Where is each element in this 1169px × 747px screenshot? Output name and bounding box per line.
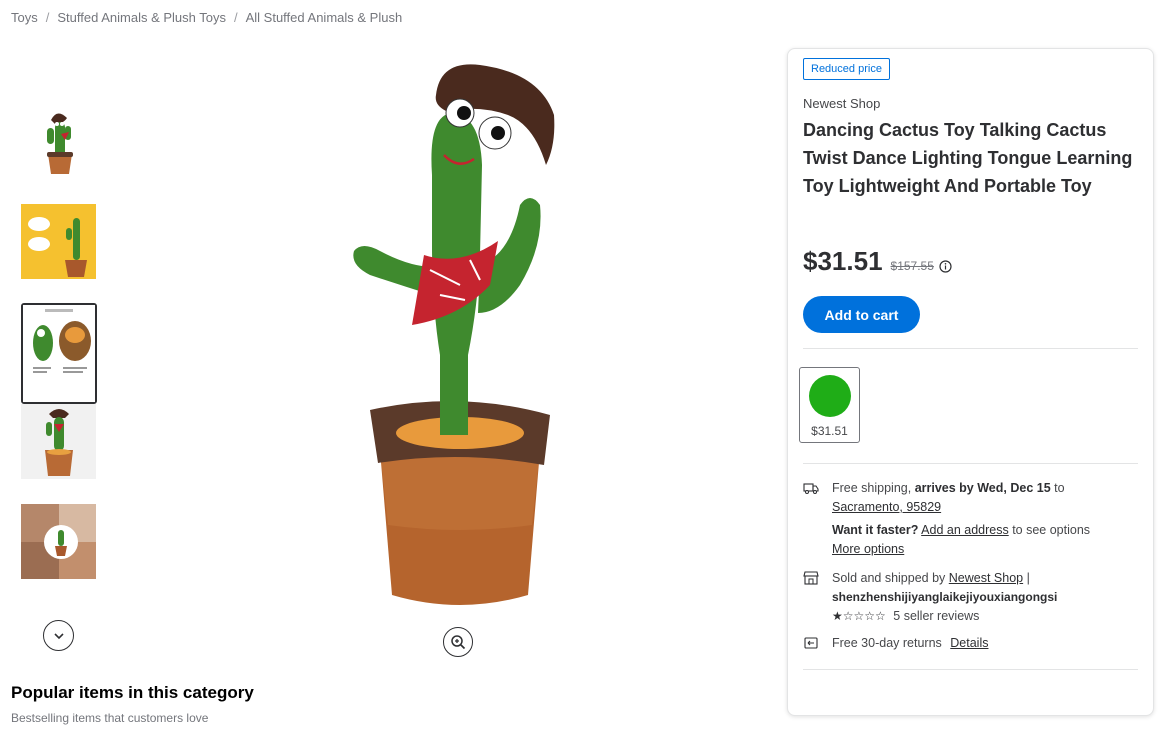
shipping-location-link[interactable]: Sacramento, 95829 xyxy=(832,500,941,514)
popular-items-subtitle: Bestselling items that customers love xyxy=(11,711,209,725)
cactus-details-thumbnail-image xyxy=(23,305,95,402)
free-shipping-text: Free shipping, xyxy=(832,481,915,495)
seller-rating-stars: ★☆☆☆☆ xyxy=(832,609,886,623)
cactus-dancing-thumbnail-image xyxy=(21,204,96,279)
shipping-to-text: to xyxy=(1050,481,1065,495)
divider xyxy=(803,669,1138,670)
breadcrumb-stuffed-animals[interactable]: Stuffed Animals & Plush Toys xyxy=(57,10,226,25)
see-options-text: to see options xyxy=(1008,523,1091,537)
seller-pipe: | xyxy=(1023,571,1030,585)
thumbnail-5-video[interactable] xyxy=(21,504,96,579)
returns-info: Free 30-day returns Details xyxy=(803,634,1143,653)
more-options-link[interactable]: More options xyxy=(832,542,904,556)
reduced-price-badge: Reduced price xyxy=(803,58,890,80)
arrival-date: arrives by Wed, Dec 15 xyxy=(914,481,1051,495)
price-row: $31.51 $157.55 xyxy=(803,246,952,277)
breadcrumb: Toys / Stuffed Animals & Plush Toys / All St… xyxy=(11,10,402,25)
video-collage-thumbnail-image xyxy=(21,504,96,579)
store-icon xyxy=(803,571,819,585)
breadcrumb-all-stuffed[interactable]: All Stuffed Animals & Plush xyxy=(246,10,403,25)
product-info-panel: Reduced price Newest Shop Dancing Cactus… xyxy=(787,48,1154,716)
zoom-in-icon xyxy=(451,635,466,650)
chevron-down-icon xyxy=(53,632,64,639)
current-price: $31.51 xyxy=(803,246,883,276)
seller-company-name: shenzhenshijiyanglaikejiyouxiangongsi xyxy=(832,590,1058,604)
seller-name[interactable]: Newest Shop xyxy=(803,96,880,111)
main-product-image[interactable] xyxy=(340,55,580,615)
breadcrumb-separator: / xyxy=(45,10,50,25)
variant-price: $31.51 xyxy=(811,424,848,438)
seller-shop-link[interactable]: Newest Shop xyxy=(949,571,1023,585)
seller-reviews-link[interactable]: 5 seller reviews xyxy=(893,609,979,623)
add-address-link[interactable]: Add an address xyxy=(921,523,1009,537)
add-to-cart-button[interactable]: Add to cart xyxy=(803,296,920,333)
divider xyxy=(803,463,1138,464)
shipping-info: Free shipping, arrives by Wed, Dec 15 to… xyxy=(803,479,1143,517)
want-faster-label: Want it faster? xyxy=(832,523,919,537)
breadcrumb-toys[interactable]: Toys xyxy=(11,10,38,25)
thumbnail-2[interactable] xyxy=(21,204,96,279)
cactus-thumbnail-image xyxy=(47,113,73,174)
breadcrumb-separator: / xyxy=(233,10,238,25)
scroll-thumbnails-down-button[interactable] xyxy=(43,620,74,651)
color-variant-option[interactable]: $31.51 xyxy=(799,367,860,443)
returns-details-link[interactable]: Details xyxy=(950,636,988,650)
zoom-image-button[interactable] xyxy=(443,627,473,657)
thumbnail-4[interactable] xyxy=(21,404,96,479)
seller-info: Sold and shipped by Newest Shop | shenzh… xyxy=(803,569,1143,626)
dancing-cactus-image xyxy=(353,64,555,605)
thumbnail-3-frame[interactable] xyxy=(21,303,97,404)
cactus-front-thumbnail-image xyxy=(21,404,96,479)
product-title: Dancing Cactus Toy Talking Cactus Twist … xyxy=(803,120,1133,196)
info-icon[interactable] xyxy=(939,260,952,273)
green-color-swatch xyxy=(809,375,851,417)
faster-shipping: Want it faster? Add an address to see op… xyxy=(803,521,1143,559)
returns-icon xyxy=(804,637,818,649)
was-price: $157.55 xyxy=(890,259,934,273)
popular-items-heading: Popular items in this category xyxy=(11,683,254,702)
thumbnail-1[interactable] xyxy=(21,100,96,175)
truck-icon xyxy=(803,483,819,494)
free-returns-text: Free 30-day returns xyxy=(832,636,942,650)
sold-by-text: Sold and shipped by xyxy=(832,571,949,585)
divider xyxy=(803,348,1138,349)
